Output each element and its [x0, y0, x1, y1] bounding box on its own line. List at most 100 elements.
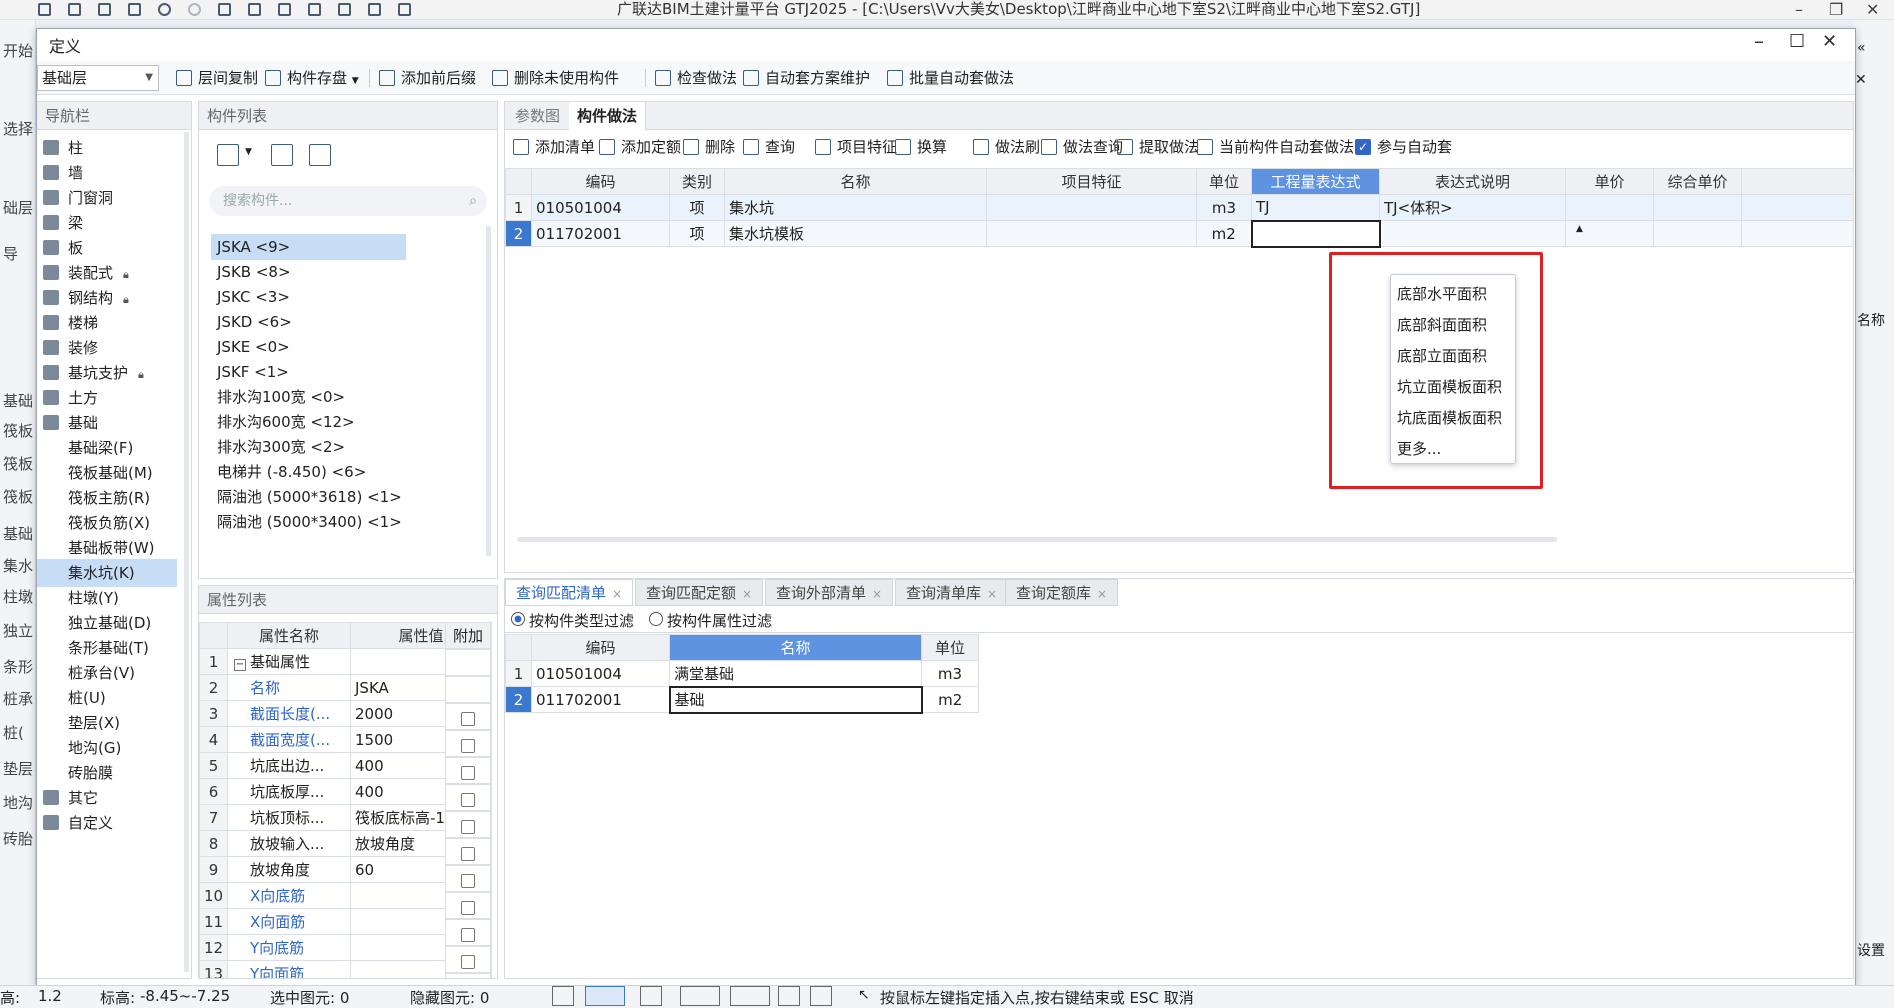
angle-icon[interactable]: [680, 986, 720, 1006]
component-list-item[interactable]: 排水沟300宽 <2>: [211, 434, 351, 460]
method-toolbar-button[interactable]: 查询: [741, 136, 795, 158]
extra-checkbox[interactable]: [461, 792, 475, 807]
method-toolbar-button[interactable]: 项目特征: [813, 136, 897, 158]
component-list-item[interactable]: JSKD <6>: [211, 309, 298, 335]
method-cell-name[interactable]: 集水坑: [724, 194, 987, 221]
nav-item[interactable]: 筏板基础(M): [37, 459, 177, 487]
nav-item[interactable]: 板: [37, 234, 177, 262]
extra-checkbox[interactable]: [461, 873, 475, 888]
extra-checkbox[interactable]: [461, 711, 475, 726]
restore-icon[interactable]: ❐: [1829, 0, 1843, 19]
save-icon[interactable]: [124, 1, 146, 19]
report-icon[interactable]: [244, 1, 266, 19]
film-icon[interactable]: [364, 1, 386, 19]
method-toolbar-button[interactable]: 换算: [893, 136, 947, 158]
method-cell-empty[interactable]: [1741, 220, 1854, 247]
nav-item[interactable]: 基础板带(W): [37, 534, 177, 562]
method-cell-code[interactable]: 010501004: [531, 194, 670, 221]
component-list-item[interactable]: 排水沟600宽 <12>: [211, 409, 361, 435]
method-cell-unit[interactable]: m2: [1196, 220, 1252, 247]
delete-unused-button[interactable]: 删除未使用构件: [490, 67, 619, 89]
chevron-down-icon[interactable]: ▼: [245, 147, 252, 157]
method-cell-expr[interactable]: TJ: [1251, 194, 1380, 221]
extra-checkbox[interactable]: [461, 846, 475, 861]
nav-item[interactable]: 钢结构 🔒︎: [37, 284, 177, 312]
query-tab[interactable]: 查询匹配清单 ×: [505, 579, 634, 606]
method-cell-n[interactable]: 1: [505, 194, 532, 221]
component-list-item[interactable]: JSKE <0>: [211, 334, 296, 360]
component-list-item[interactable]: 隔油池 (5000*3618) <1>: [211, 484, 408, 510]
query-cell-n[interactable]: 1: [505, 660, 532, 687]
component-list-item[interactable]: JSKF <1>: [211, 359, 295, 385]
bg-close-icon[interactable]: ✕: [1855, 72, 1867, 88]
close-icon[interactable]: ✕: [1866, 0, 1879, 19]
component-list-item[interactable]: 排水沟100宽 <0>: [211, 384, 351, 410]
floor-select[interactable]: 基础层 ▼: [37, 65, 159, 91]
component-list-item[interactable]: JSKA <9>: [211, 234, 406, 260]
method-cell-n[interactable]: 2: [505, 220, 532, 247]
snap-icon[interactable]: [552, 986, 574, 1006]
component-list-item[interactable]: JSKC <3>: [211, 284, 296, 310]
redo-icon[interactable]: [184, 1, 206, 19]
method-toolbar-button[interactable]: 当前构件自动套做法: [1195, 136, 1354, 158]
method-row[interactable]: 1 010501004 项集水坑 m3 TJ TJ<体积>: [505, 194, 1854, 221]
query-cell-code[interactable]: 010501004: [531, 660, 670, 687]
nav-item[interactable]: 自定义: [37, 809, 177, 837]
method-toolbar-button[interactable]: 提取做法: [1115, 136, 1199, 158]
query-cell-n[interactable]: 2: [505, 686, 532, 713]
new-component-icon[interactable]: [217, 144, 239, 166]
nav-item[interactable]: 桩(U): [37, 684, 177, 712]
cloud-icon[interactable]: [394, 1, 416, 19]
sum-icon[interactable]: [214, 1, 236, 19]
close-tab-icon[interactable]: ×: [872, 587, 882, 601]
method-cell-unit[interactable]: m3: [1196, 194, 1252, 221]
method-cell-cat[interactable]: 项: [669, 194, 725, 221]
nav-item[interactable]: 柱墩(Y): [37, 584, 177, 612]
new-file-icon[interactable]: [64, 1, 86, 19]
delete-component-icon[interactable]: [309, 144, 331, 166]
extra-checkbox[interactable]: [461, 927, 475, 942]
component-list-item[interactable]: 隔油池 (5000*3400) <1>: [211, 509, 408, 535]
dialog-close-icon[interactable]: ✕: [1822, 31, 1837, 52]
layer-icon[interactable]: [810, 986, 832, 1006]
nav-item[interactable]: 独立基础(D): [37, 609, 177, 637]
query-cell-unit[interactable]: m3: [921, 660, 979, 687]
method-toolbar-button[interactable]: 添加定额: [597, 136, 681, 158]
auto-scheme-button[interactable]: 自动套方案维护: [741, 67, 870, 89]
dialog-minimize-icon[interactable]: –: [1754, 29, 1764, 53]
nav-item[interactable]: 桩承台(V): [37, 659, 177, 687]
query-row[interactable]: 2 011702001 基础 m2: [505, 685, 979, 714]
dialog-maximize-icon[interactable]: ☐: [1789, 31, 1805, 52]
undo-icon[interactable]: [154, 1, 176, 19]
table-icon[interactable]: [274, 1, 296, 19]
nav-item[interactable]: 基础梁(F): [37, 434, 177, 462]
extra-checkbox[interactable]: [461, 738, 475, 753]
component-scrollbar[interactable]: [486, 226, 491, 556]
nav-item[interactable]: 墙: [37, 159, 177, 187]
method-hscrollbar[interactable]: [517, 537, 1557, 542]
nav-item[interactable]: 基础: [37, 409, 177, 437]
query-row[interactable]: 1 010501004 满堂基础 m3: [505, 660, 979, 687]
extra-checkbox[interactable]: [461, 819, 475, 834]
nav-item[interactable]: 地沟(G): [37, 734, 177, 762]
offset-icon[interactable]: [730, 986, 770, 1006]
component-list-item[interactable]: 电梯井 (-8.450) <6>: [211, 459, 372, 485]
component-list-item[interactable]: JSKB <8>: [211, 259, 297, 285]
method-cell-empty[interactable]: [1565, 194, 1654, 221]
method-toolbar-button[interactable]: ✓ 参与自动套: [1353, 136, 1452, 158]
nav-item[interactable]: 门窗洞: [37, 184, 177, 212]
close-tab-icon[interactable]: ×: [987, 587, 997, 601]
minimize-icon[interactable]: –: [1795, 0, 1803, 19]
collapse-icon[interactable]: −: [234, 659, 246, 671]
copy-component-icon[interactable]: [271, 144, 293, 166]
close-tab-icon[interactable]: ×: [1097, 587, 1107, 601]
select-icon[interactable]: [34, 1, 56, 19]
nav-item[interactable]: 筏板主筋(R): [37, 484, 177, 512]
query-cell-unit[interactable]: m2: [921, 686, 979, 713]
method-cell-feature[interactable]: [986, 220, 1197, 247]
filter-type-radio[interactable]: [511, 612, 525, 626]
query-tab[interactable]: 查询匹配定额 ×: [635, 579, 764, 606]
ortho-icon[interactable]: [585, 986, 625, 1006]
bg-collapse-icon[interactable]: «: [1857, 40, 1866, 56]
method-cell-cat[interactable]: 项: [669, 220, 725, 247]
